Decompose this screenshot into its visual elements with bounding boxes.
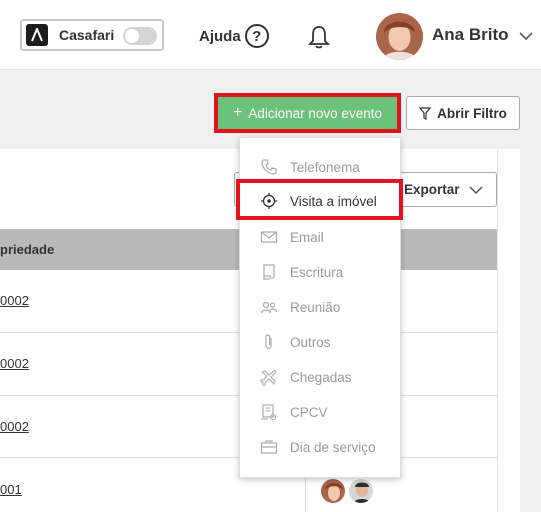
menu-item-telefonema[interactable]: Telefonema: [240, 152, 400, 182]
visita-imovel-highlight: [236, 179, 403, 220]
top-header: Casafari Ajuda ? Ana Brito: [0, 0, 541, 70]
plus-icon: +: [233, 104, 243, 121]
menu-item-escritura[interactable]: Escritura: [240, 257, 400, 287]
paperclip-icon: [265, 334, 272, 349]
briefcase-icon: [260, 440, 278, 454]
chevron-down-icon: [469, 186, 483, 195]
participant-avatar[interactable]: [348, 478, 374, 504]
table-row-property-link[interactable]: 001: [0, 482, 22, 497]
column-header-property: priedade: [0, 242, 55, 257]
casafari-logo-icon: [26, 24, 48, 46]
menu-item-reuniao[interactable]: Reunião: [240, 292, 400, 322]
phone-icon: [261, 159, 277, 175]
menu-item-email[interactable]: Email: [240, 222, 400, 252]
question-icon: ?: [244, 24, 269, 48]
menu-item-label: Email: [290, 229, 324, 245]
add-event-button[interactable]: + Adicionar novo evento: [218, 97, 397, 129]
people-icon: [260, 301, 278, 314]
casafari-toggle[interactable]: [123, 27, 157, 45]
open-filter-button[interactable]: Abrir Filtro: [406, 96, 520, 130]
casafari-switch[interactable]: Casafari: [20, 19, 164, 51]
document-icon: [263, 264, 275, 280]
menu-item-outros[interactable]: Outros: [240, 327, 400, 357]
contract-icon: [261, 404, 277, 421]
menu-item-label: Chegadas: [290, 369, 352, 385]
filter-icon: [419, 106, 432, 120]
participant-avatar[interactable]: [320, 478, 346, 504]
card-edge: [497, 149, 498, 512]
chevron-down-icon[interactable]: [518, 30, 534, 42]
menu-item-chegadas[interactable]: Chegadas: [240, 362, 400, 392]
menu-item-label: Telefonema: [290, 159, 360, 175]
user-avatar[interactable]: [376, 13, 423, 60]
add-event-label: Adicionar novo evento: [248, 105, 382, 121]
menu-item-dia-de-servico[interactable]: Dia de serviço: [240, 432, 400, 462]
casafari-label: Casafari: [59, 27, 115, 43]
table-row-property-link[interactable]: 0002: [0, 356, 29, 371]
menu-item-label: Reunião: [290, 299, 341, 315]
menu-item-label: Outros: [290, 334, 331, 350]
bell-icon[interactable]: [306, 24, 332, 50]
table-row-property-link[interactable]: 0002: [0, 419, 29, 434]
menu-item-label: CPCV: [290, 404, 328, 420]
help-label: Ajuda: [199, 27, 241, 45]
menu-item-cpcv[interactable]: CPCV: [240, 397, 400, 427]
export-label: Exportar: [404, 182, 460, 197]
menu-item-label: Escritura: [290, 264, 344, 280]
help-button[interactable]: Ajuda ?: [199, 24, 269, 48]
user-name[interactable]: Ana Brito: [432, 25, 509, 45]
menu-item-label: Dia de serviço: [290, 439, 376, 455]
open-filter-label: Abrir Filtro: [437, 105, 507, 121]
airplane-icon: [260, 370, 277, 386]
envelope-icon: [260, 231, 278, 243]
table-row-property-link[interactable]: 0002: [0, 293, 29, 308]
